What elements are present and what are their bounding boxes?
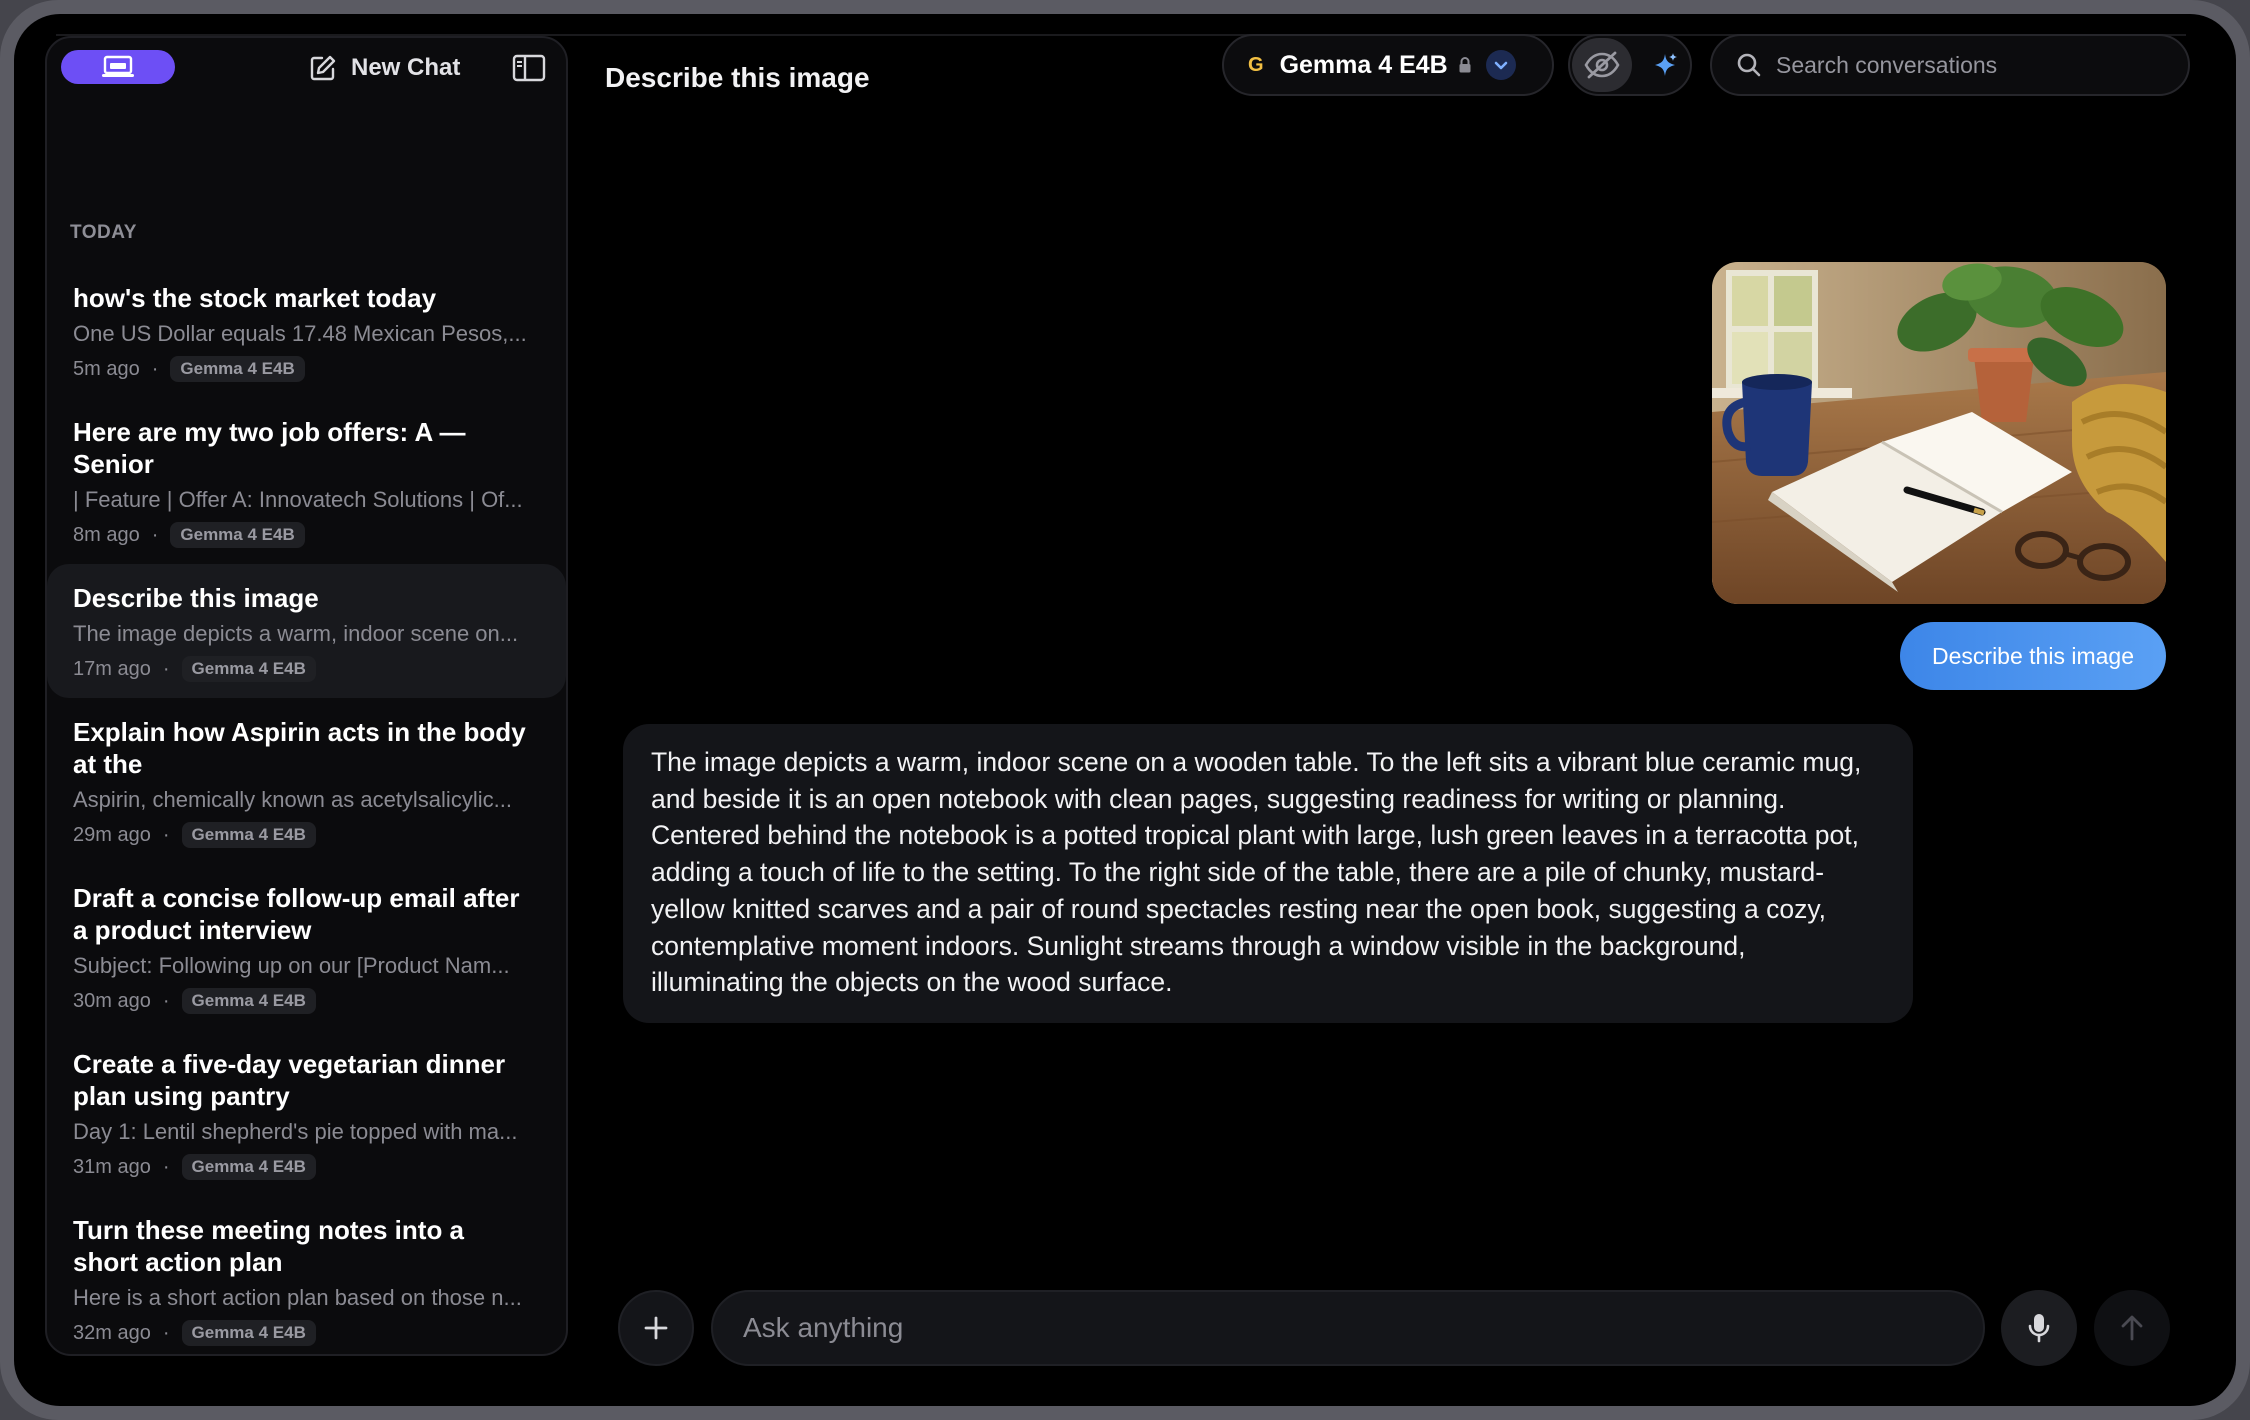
search-bar[interactable] bbox=[1710, 34, 2190, 96]
photo-illustration bbox=[1712, 262, 2166, 604]
conversation-title: Turn these meeting notes into a short ac… bbox=[73, 1215, 465, 1277]
conversation-item[interactable]: Create a five-day vegetarian dinner plan… bbox=[47, 1030, 566, 1196]
conversation-meta: 29m ago · Gemma 4 E4B bbox=[73, 822, 542, 848]
attached-image[interactable] bbox=[1712, 262, 2166, 604]
new-chat-label: New Chat bbox=[351, 54, 461, 81]
assistant-message: The image depicts a warm, indoor scene o… bbox=[623, 724, 1913, 1023]
conversation-meta: 5m ago · Gemma 4 E4B bbox=[73, 356, 542, 382]
new-chat-button[interactable]: New Chat bbox=[309, 46, 460, 90]
search-icon bbox=[1737, 53, 1761, 77]
conversation-meta: 8m ago · Gemma 4 E4B bbox=[73, 522, 542, 548]
voice-input-button[interactable] bbox=[2001, 1290, 2077, 1366]
conversation-snippet: Subject: Following up on our [Product Na… bbox=[73, 953, 510, 978]
meta-separator: · bbox=[162, 657, 170, 680]
model-dropdown-button[interactable] bbox=[1485, 50, 1516, 80]
conversation-list: how's the stock market today One US Dolla… bbox=[47, 264, 566, 1354]
conversation-meta: 32m ago · Gemma 4 E4B bbox=[73, 1320, 542, 1346]
meta-separator: · bbox=[162, 823, 170, 846]
search-input[interactable] bbox=[1776, 51, 2176, 79]
meta-separator: · bbox=[162, 989, 170, 1012]
conversation-time: 8m ago bbox=[73, 523, 140, 546]
model-name: Gemma 4 E4B bbox=[1279, 50, 1448, 79]
conversation-item[interactable]: Draft a concise follow-up email after a … bbox=[47, 864, 566, 1030]
conversation-title: how's the stock market today bbox=[73, 283, 437, 313]
sparkle-icon bbox=[1655, 53, 1677, 76]
conversation-snippet: Aspirin, chemically known as acetylsalic… bbox=[73, 787, 512, 812]
conversation-title: Create a five-day vegetarian dinner plan… bbox=[73, 1049, 506, 1111]
model-badge: Gemma 4 E4B bbox=[181, 1320, 316, 1346]
conversation-item[interactable]: how's the stock market today One US Dolla… bbox=[47, 264, 566, 398]
compose-icon bbox=[310, 55, 336, 81]
conversation-title: Draft a concise follow-up email after a … bbox=[73, 883, 520, 945]
model-badge: Gemma 4 E4B bbox=[181, 822, 316, 848]
meta-separator: · bbox=[162, 1321, 170, 1344]
conversation-item[interactable]: Here are my two job offers: A — Senior | … bbox=[47, 398, 566, 564]
conversation-meta: 30m ago · Gemma 4 E4B bbox=[73, 988, 542, 1014]
model-badge: Gemma 4 E4B bbox=[170, 522, 305, 548]
tool-toggle-group bbox=[1568, 34, 1692, 96]
sidebar-icon bbox=[512, 54, 546, 82]
model-badge: Gemma 4 E4B bbox=[181, 1154, 316, 1180]
sparkle-button[interactable] bbox=[1640, 38, 1690, 92]
model-selector[interactable]: G Gemma 4 E4B bbox=[1222, 34, 1554, 96]
conversation-snippet: Day 1: Lentil shepherd's pie topped with… bbox=[73, 1119, 518, 1144]
mic-icon bbox=[2028, 1314, 2050, 1343]
sidebar-toggle-button[interactable] bbox=[509, 48, 549, 88]
section-label-today: TODAY bbox=[70, 222, 137, 243]
send-button[interactable] bbox=[2094, 1290, 2170, 1366]
conversation-snippet: | Feature | Offer A: Innovatech Solution… bbox=[73, 487, 523, 512]
meta-separator: · bbox=[151, 523, 159, 546]
conversation-time: 32m ago bbox=[73, 1321, 151, 1344]
brand-button[interactable] bbox=[61, 50, 175, 84]
meta-separator: · bbox=[151, 357, 159, 380]
arrow-up-icon bbox=[2121, 1315, 2143, 1341]
message-input[interactable] bbox=[743, 1312, 1943, 1344]
conversation-item[interactable]: Turn these meeting notes into a short ac… bbox=[47, 1196, 566, 1354]
model-badge: Gemma 4 E4B bbox=[170, 356, 305, 382]
meta-separator: · bbox=[162, 1155, 170, 1178]
conversation-title: Describe this image bbox=[73, 583, 319, 613]
conversation-title: Here are my two job offers: A — Senior bbox=[73, 417, 466, 479]
laptop-icon bbox=[102, 55, 134, 77]
conversation-title: Explain how Aspirin acts in the body at … bbox=[73, 717, 526, 779]
conversation-item[interactable]: Describe this image The image depicts a w… bbox=[47, 564, 566, 698]
conversation-time: 30m ago bbox=[73, 989, 151, 1012]
conversation-time: 17m ago bbox=[73, 657, 151, 680]
model-badge: Gemma 4 E4B bbox=[181, 656, 316, 682]
message-composer[interactable] bbox=[711, 1290, 1985, 1366]
conversation-item[interactable]: Explain how Aspirin acts in the body at … bbox=[47, 698, 566, 864]
conversation-meta: 31m ago · Gemma 4 E4B bbox=[73, 1154, 542, 1180]
conversation-snippet: Here is a short action plan based on tho… bbox=[73, 1285, 522, 1310]
model-badge: Gemma 4 E4B bbox=[181, 988, 316, 1014]
user-message: Describe this image bbox=[1900, 622, 2166, 690]
sidebar: New Chat TODAY how's the stock market to… bbox=[45, 36, 568, 1356]
google-logo: G bbox=[1248, 53, 1264, 76]
chevron-down-icon bbox=[1494, 61, 1508, 70]
page-title: Describe this image bbox=[605, 62, 870, 93]
incognito-toggle[interactable] bbox=[1572, 38, 1632, 92]
lock-icon bbox=[1459, 57, 1471, 73]
conversation-time: 29m ago bbox=[73, 823, 151, 846]
conversation-snippet: The image depicts a warm, indoor scene o… bbox=[73, 621, 519, 646]
conversation-time: 5m ago bbox=[73, 357, 140, 380]
eye-off-icon bbox=[1584, 51, 1620, 79]
conversation-meta: 17m ago · Gemma 4 E4B bbox=[73, 656, 542, 682]
conversation-time: 31m ago bbox=[73, 1155, 151, 1178]
plus-icon bbox=[644, 1316, 668, 1340]
add-attachment-button[interactable] bbox=[618, 1290, 694, 1366]
conversation-snippet: One US Dollar equals 17.48 Mexican Pesos… bbox=[73, 321, 527, 346]
